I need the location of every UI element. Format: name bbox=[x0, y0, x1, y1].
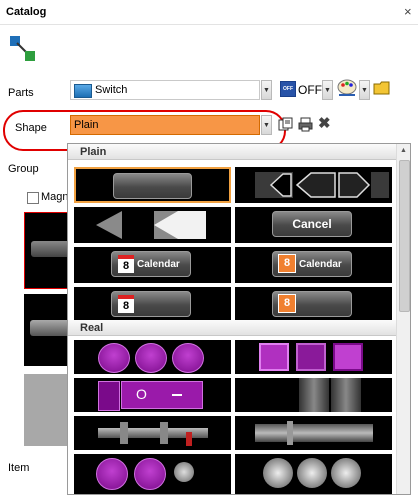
shape-option-calendar-icon-only[interactable]: 8 bbox=[74, 287, 231, 323]
shape-option-purple-toggle[interactable]: O bbox=[74, 378, 231, 412]
calendar-orange-small-icon: 8 bbox=[278, 294, 296, 313]
shape-option-calendar[interactable]: 8 Calendar bbox=[74, 247, 231, 283]
dropdown-scrollbar[interactable]: ▲ bbox=[396, 144, 410, 494]
switch-icon bbox=[74, 84, 92, 98]
group-preview-3[interactable] bbox=[24, 374, 68, 446]
copy-icon[interactable] bbox=[278, 117, 293, 132]
parts-value: Switch bbox=[95, 84, 128, 96]
catalog-icon bbox=[10, 36, 35, 61]
shape-option-calendar-orange-icon-only[interactable]: 8 bbox=[235, 287, 392, 323]
cancel-label: Cancel bbox=[292, 217, 332, 231]
off-label: OFF bbox=[298, 83, 322, 97]
magnify-label: Magn bbox=[41, 191, 69, 203]
shape-select[interactable]: Plain bbox=[70, 115, 260, 135]
shape-option-arrow-left[interactable] bbox=[74, 207, 231, 243]
palette-icon[interactable] bbox=[336, 79, 358, 97]
shape-option-pipe[interactable] bbox=[235, 416, 392, 450]
shape-label: Shape bbox=[15, 122, 47, 134]
close-icon[interactable]: × bbox=[404, 4, 412, 19]
shape-option-calendar-orange[interactable]: 8 Calendar bbox=[235, 247, 392, 283]
group-preview-selected[interactable] bbox=[24, 212, 71, 289]
panel-title: Catalog bbox=[6, 6, 47, 18]
shape-option-valves[interactable] bbox=[74, 416, 231, 450]
off-badge-icon: OFF bbox=[280, 81, 296, 97]
shape-option-gray-bars[interactable] bbox=[235, 378, 392, 412]
scrollbar-thumb[interactable] bbox=[399, 160, 410, 312]
print-icon[interactable] bbox=[298, 117, 313, 132]
item-label: Item bbox=[8, 462, 30, 474]
shape-option-arrows-outline[interactable] bbox=[235, 167, 392, 203]
scroll-up-icon[interactable]: ▲ bbox=[400, 147, 407, 154]
section-header-plain: Plain bbox=[68, 144, 396, 160]
magnify-checkbox[interactable] bbox=[27, 192, 39, 204]
shape-option-plain-rect[interactable] bbox=[74, 167, 231, 203]
header-divider bbox=[0, 24, 418, 25]
shape-option-cancel[interactable]: Cancel bbox=[235, 207, 392, 243]
shape-dropdown-arrow[interactable]: ▼ bbox=[261, 115, 272, 135]
shape-option-purple-knobs[interactable] bbox=[74, 454, 231, 494]
shape-option-gray-knobs[interactable] bbox=[235, 454, 392, 494]
off-dropdown-arrow[interactable]: ▼ bbox=[322, 80, 333, 100]
shape-option-purple-circles[interactable] bbox=[74, 340, 231, 374]
group-preview-2[interactable] bbox=[24, 294, 70, 366]
shape-value: Plain bbox=[74, 119, 99, 131]
shape-option-purple-squares[interactable] bbox=[235, 340, 392, 374]
calendar-orange-icon: 8 bbox=[278, 254, 296, 273]
calendar-label: Calendar bbox=[137, 259, 180, 270]
calendar-icon: 8 bbox=[118, 255, 134, 273]
shape-dropdown-list[interactable]: Plain Cancel 8 Calendar 8 Calendar 8 8 R… bbox=[67, 143, 411, 495]
off-toggle-text: O bbox=[136, 386, 147, 402]
delete-icon[interactable]: ✖ bbox=[318, 114, 331, 132]
parts-select[interactable]: Switch bbox=[70, 80, 260, 100]
calendar-small-icon: 8 bbox=[118, 295, 134, 313]
group-label: Group bbox=[8, 163, 39, 175]
section-header-real: Real bbox=[68, 320, 396, 336]
parts-label: Parts bbox=[8, 87, 34, 99]
folder-icon[interactable] bbox=[373, 81, 391, 95]
palette-dropdown-arrow[interactable]: ▼ bbox=[359, 80, 370, 100]
calendar-orange-label: Calendar bbox=[299, 259, 342, 270]
parts-dropdown-arrow[interactable]: ▼ bbox=[261, 80, 272, 100]
